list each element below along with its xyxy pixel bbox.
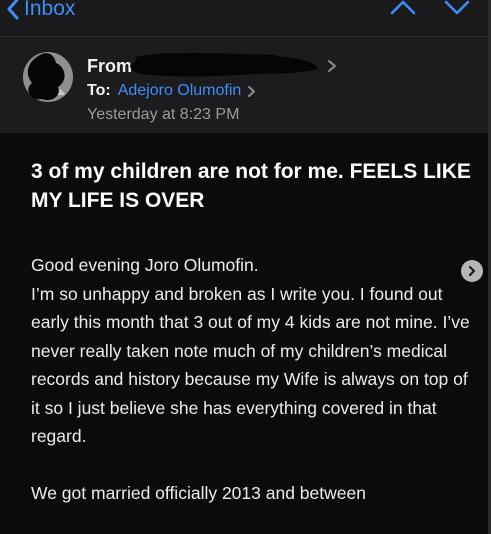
back-to-inbox-button[interactable]: Inbox [6, 0, 75, 24]
avatar-icon[interactable] [22, 51, 74, 103]
chevron-right-icon[interactable] [247, 85, 256, 98]
email-header: From To: Adejoro Olumofin Yesterday at 8… [0, 37, 491, 133]
to-row: To: Adejoro Olumofin [87, 82, 256, 100]
chevron-down-icon[interactable] [443, 0, 471, 18]
message-nav-arrows [389, 0, 471, 18]
chevron-up-icon[interactable] [389, 0, 417, 18]
recipient-name[interactable]: Adejoro Olumofin [118, 82, 242, 100]
email-screen: Inbox From To: Adejoro Olumofin Yesterda… [0, 0, 491, 534]
email-date: Yesterday at 8:23 PM [87, 106, 240, 123]
expand-arrow-button[interactable] [461, 260, 483, 282]
chevron-right-icon [468, 265, 476, 277]
paragraph-1: I’m so unhappy and broken as I write you… [31, 283, 470, 447]
email-body: 3 of my children are not for me. FEELS L… [0, 133, 491, 534]
redaction-scribble [130, 53, 318, 77]
email-subject: 3 of my children are not for me. FEELS L… [31, 160, 471, 212]
greeting: Good evening Joro Olumofin. [31, 255, 259, 275]
chevron-right-icon[interactable] [327, 59, 337, 73]
to-label: To: [87, 82, 111, 99]
paragraph-2: We got married officially 2013 and betwe… [31, 482, 366, 503]
message-text: Good evening Joro Olumofin. I’m so unhap… [31, 251, 471, 507]
nav-bar: Inbox [0, 0, 491, 37]
chevron-left-icon [7, 0, 19, 20]
back-label: Inbox [24, 0, 76, 20]
